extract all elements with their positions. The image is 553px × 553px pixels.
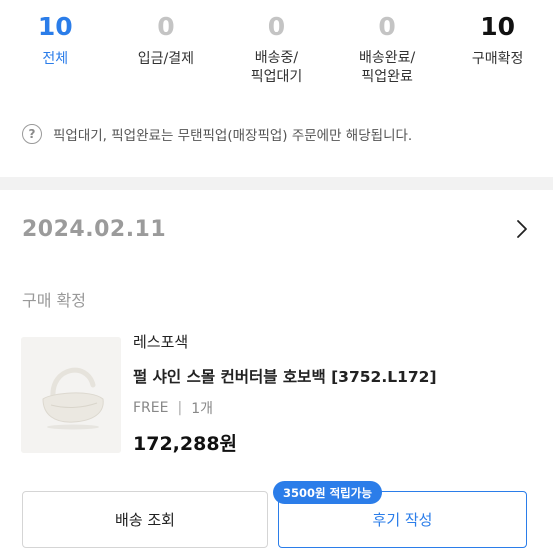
product-price: 172,288원 — [133, 433, 238, 455]
hobo-bag-illustration — [21, 337, 121, 453]
order-status-summary: 10 전체 0 입금/결제 0 배송중/ 픽업대기 0 배송완료/ 픽업완료 1… — [0, 0, 553, 100]
stat-delivered-label-line1: 배송완료/ — [358, 50, 416, 66]
stat-payment[interactable]: 0 입금/결제 — [111, 0, 222, 100]
product-quantity: 1개 — [191, 401, 213, 417]
stat-delivered-label-line2: 픽업완료 — [361, 69, 413, 85]
product-brand: 레스포색 — [133, 333, 189, 351]
order-date: 2024.02.11 — [22, 217, 167, 242]
stat-shipping-label-line1: 배송중/ — [254, 50, 299, 66]
pickup-notice-text: 픽업대기, 픽업완료는 무탠픽업(매장픽업) 주문에만 해당됩니다. — [53, 128, 413, 144]
stat-confirmed-count: 10 — [480, 12, 516, 41]
stat-shipping[interactable]: 0 배송중/ 픽업대기 — [221, 0, 332, 100]
product-options: FREE | 1개 — [133, 398, 213, 418]
stat-all-label: 전체 — [42, 51, 69, 67]
section-divider — [0, 177, 553, 190]
stat-all-count: 10 — [37, 12, 73, 41]
product-name[interactable]: 펄 샤인 스몰 컨버터블 호보백 [3752.L172] — [133, 365, 437, 387]
stat-payment-count: 0 — [157, 12, 175, 41]
stat-confirmed[interactable]: 10 구매확정 — [442, 0, 553, 100]
stat-delivered-count: 0 — [378, 12, 396, 41]
question-circle-icon: ? — [22, 124, 42, 144]
product-image[interactable] — [21, 337, 121, 453]
stat-confirmed-label: 구매확정 — [471, 51, 524, 67]
review-reward-badge: 3500원 적립가능 — [273, 481, 382, 504]
stat-delivered-label: 배송완료/ 픽업완료 — [359, 49, 415, 87]
chevron-right-icon[interactable] — [512, 218, 532, 240]
stat-shipping-label-line2: 픽업대기 — [250, 69, 303, 85]
stat-shipping-label: 배송중/ 픽업대기 — [251, 49, 303, 87]
stat-all[interactable]: 10 전체 — [0, 0, 111, 100]
order-status: 구매 확정 — [22, 291, 86, 310]
stat-payment-label: 입금/결제 — [137, 51, 195, 67]
stat-delivered[interactable]: 0 배송완료/ 픽업완료 — [332, 0, 443, 100]
product-option: FREE — [133, 400, 169, 416]
pickup-notice: ? 픽업대기, 픽업완료는 무탠픽업(매장픽업) 주문에만 해당됩니다. — [22, 124, 412, 144]
stat-shipping-count: 0 — [267, 12, 286, 41]
track-shipping-button[interactable]: 배송 조회 — [22, 491, 268, 548]
option-separator: | — [177, 400, 183, 416]
